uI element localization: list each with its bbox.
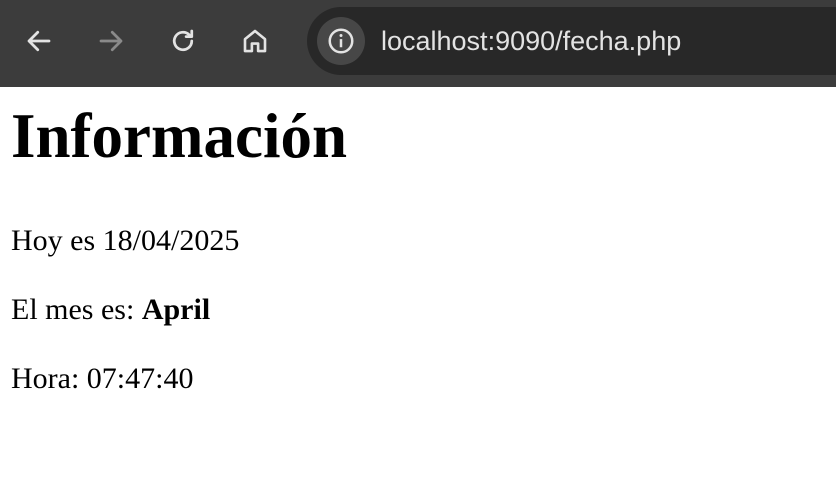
info-icon <box>328 28 354 54</box>
month-line: El mes es: April <box>11 295 210 325</box>
reload-button[interactable] <box>163 21 203 61</box>
reload-icon <box>172 29 194 52</box>
address-bar[interactable]: localhost:9090/fecha.php <box>307 7 836 75</box>
forward-button[interactable] <box>91 21 131 61</box>
site-info-button[interactable] <box>317 17 365 65</box>
arrow-left-icon <box>27 30 51 52</box>
time-line: Hora: 07:47:40 <box>11 362 194 395</box>
browser-toolbar: localhost:9090/fecha.php <box>0 0 836 87</box>
page-content: Información Hoy es 18/04/2025 El mes es:… <box>0 87 836 494</box>
back-button[interactable] <box>19 21 59 61</box>
month-value: April <box>141 293 211 326</box>
home-button[interactable] <box>235 21 275 61</box>
month-label: El mes es: <box>11 293 142 326</box>
url-text[interactable]: localhost:9090/fecha.php <box>381 7 681 75</box>
date-line: Hoy es 18/04/2025 <box>11 224 240 257</box>
home-icon <box>243 29 267 53</box>
arrow-right-icon <box>99 30 123 52</box>
page-title: Información <box>11 101 347 171</box>
